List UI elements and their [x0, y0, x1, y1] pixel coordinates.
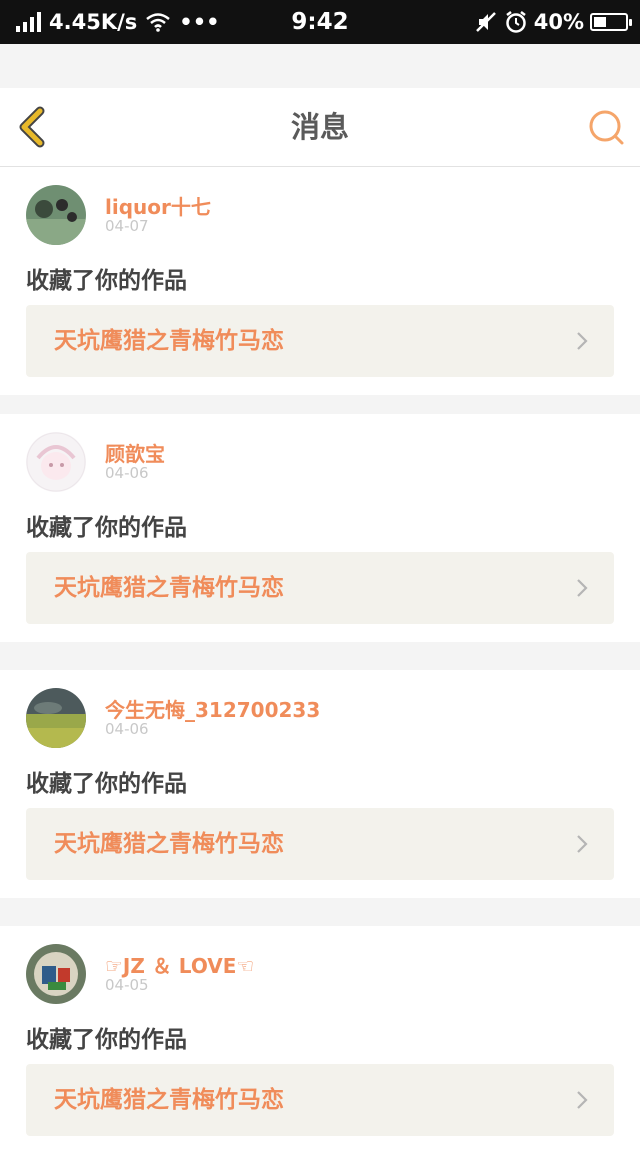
mute-icon: [475, 12, 496, 32]
chevron-right-icon: [577, 332, 588, 350]
work-link[interactable]: 天坑鹰猎之青梅竹马恋: [26, 808, 614, 880]
message-card: ☞JZ ＆ LOVE☜ 04-05 收藏了你的作品 天坑鹰猎之青梅竹马恋: [0, 926, 640, 1154]
username[interactable]: liquor十七: [105, 191, 211, 220]
action-text: 收藏了你的作品: [26, 771, 187, 797]
message-card: 今生无悔_312700233 04-06 收藏了你的作品 天坑鹰猎之青梅竹马恋: [0, 670, 640, 898]
chevron-right-icon: [577, 579, 588, 597]
work-link[interactable]: 天坑鹰猎之青梅竹马恋: [26, 1064, 614, 1136]
action-text: 收藏了你的作品: [26, 1027, 187, 1053]
chevron-right-icon: [577, 1091, 588, 1109]
battery-icon: [590, 13, 632, 31]
message-card: liquor十七 04-07 收藏了你的作品 天坑鹰猎之青梅竹马恋: [0, 167, 640, 395]
work-link[interactable]: 天坑鹰猎之青梅竹马恋: [26, 305, 614, 377]
username[interactable]: 今生无悔_312700233: [105, 694, 320, 723]
chevron-right-icon: [577, 835, 588, 853]
action-text: 收藏了你的作品: [26, 515, 187, 541]
alarm-icon: [505, 11, 526, 33]
avatar[interactable]: [26, 688, 86, 748]
work-title: 天坑鹰猎之青梅竹马恋: [54, 1087, 284, 1113]
work-title: 天坑鹰猎之青梅竹马恋: [54, 831, 284, 857]
message-card: 顾歆宝 04-06 收藏了你的作品 天坑鹰猎之青梅竹马恋: [0, 414, 640, 642]
username[interactable]: 顾歆宝: [105, 438, 165, 467]
action-text: 收藏了你的作品: [26, 268, 187, 294]
battery-percent: 40%: [533, 10, 584, 34]
clock: 9:42: [291, 9, 349, 35]
work-link[interactable]: 天坑鹰猎之青梅竹马恋: [26, 552, 614, 624]
search-icon[interactable]: [586, 108, 626, 148]
message-date: 04-06: [105, 720, 149, 738]
message-date: 04-06: [105, 464, 149, 482]
work-title: 天坑鹰猎之青梅竹马恋: [54, 575, 284, 601]
avatar[interactable]: [26, 944, 86, 1004]
nav-header: 消息: [0, 88, 640, 167]
avatar[interactable]: [26, 432, 86, 492]
message-date: 04-07: [105, 217, 149, 235]
message-date: 04-05: [105, 976, 149, 994]
username[interactable]: ☞JZ ＆ LOVE☜: [105, 950, 254, 979]
work-title: 天坑鹰猎之青梅竹马恋: [54, 328, 284, 354]
status-bar: 4.45K/s ••• 9:42 40%: [0, 0, 640, 44]
page-title: 消息: [290, 110, 349, 144]
avatar[interactable]: [26, 185, 86, 245]
